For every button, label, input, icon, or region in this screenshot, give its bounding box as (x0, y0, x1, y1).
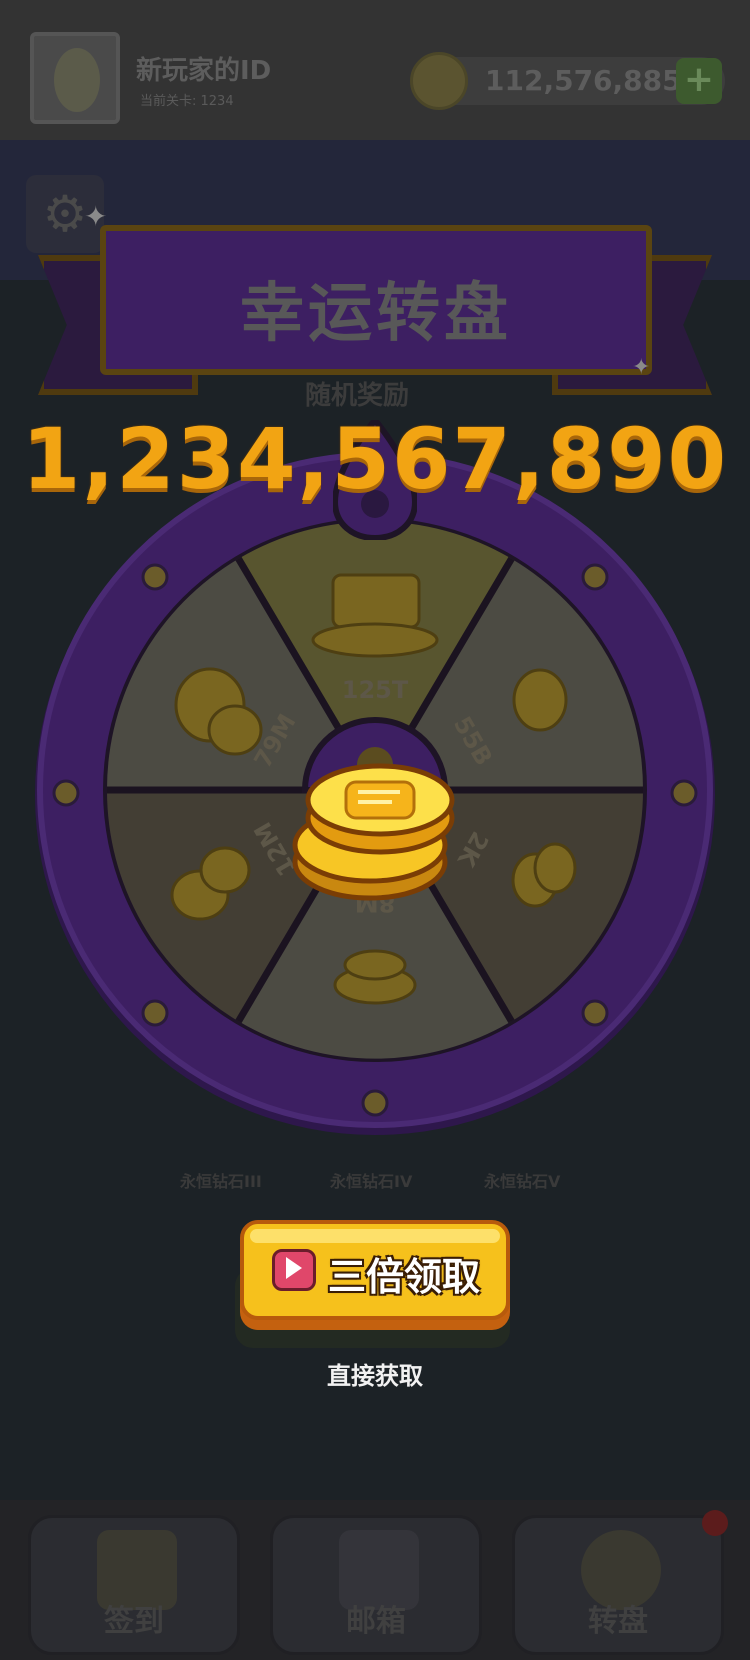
chest-label: 永恒钻石III (180, 1172, 262, 1191)
direct-claim-link[interactable]: 直接获取 (0, 1356, 750, 1391)
chest-label: 永恒钻石IV (330, 1172, 413, 1191)
button-highlight (250, 1229, 500, 1243)
big-gold-coin-icon (292, 763, 455, 901)
treasure-chest-icon (331, 573, 421, 629)
reward-amount: 1,234,567,890 (21, 410, 729, 508)
video-play-icon (272, 1249, 316, 1291)
gold-coin-icon (512, 668, 568, 732)
lucky-wheel[interactable]: 125T 55B 2K 8M 12M 79M (0, 0, 750, 1660)
gold-coin-pile-icon (343, 949, 407, 981)
gold-coin-pile-icon (207, 704, 263, 756)
wheel-graphic: 125T 55B 2K 8M 12M 79M (35, 452, 715, 1135)
triple-claim-label: 三倍领取 (328, 1255, 481, 1299)
gold-coin-stack-icon (199, 846, 251, 894)
gold-coins-icon (533, 842, 577, 894)
triple-claim-button[interactable]: 三倍领取 (240, 1220, 510, 1320)
gold-coin-pile-icon (311, 622, 439, 658)
chest-label: 永恒钻石V (484, 1172, 561, 1191)
segment-label-125t: 125T (342, 676, 409, 704)
